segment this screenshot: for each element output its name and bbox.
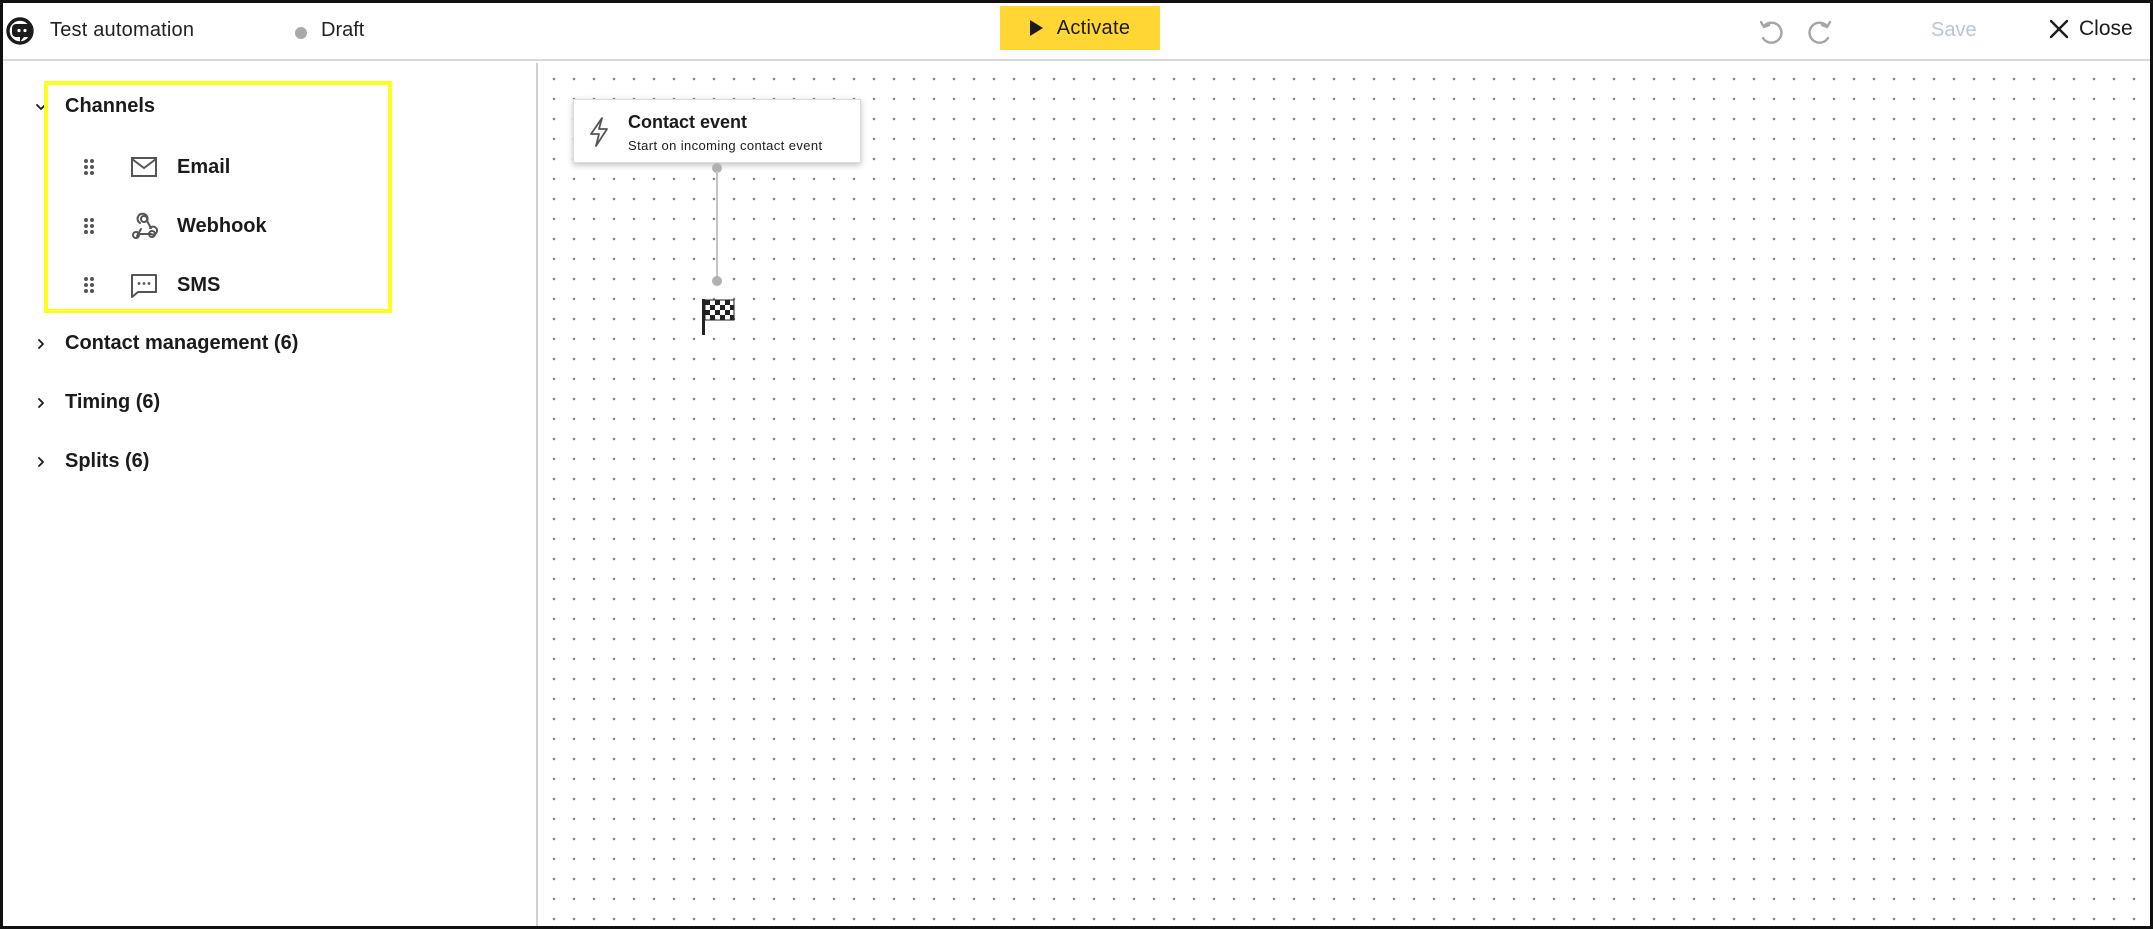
end-input-port[interactable] bbox=[712, 276, 722, 286]
checkered-flag-icon bbox=[702, 299, 735, 335]
undo-button[interactable] bbox=[1755, 17, 1787, 49]
group-timing[interactable]: Timing (6) bbox=[33, 391, 160, 414]
sidebar-item-label: Email bbox=[177, 155, 231, 178]
sidebar-item-webhook[interactable]: Webhook bbox=[81, 206, 371, 246]
activate-label: Activate bbox=[1056, 16, 1131, 39]
connector-line bbox=[716, 171, 718, 277]
close-button[interactable]: Close bbox=[2049, 17, 2133, 41]
group-label: Contact management (6) bbox=[65, 332, 299, 354]
sidebar-item-label: SMS bbox=[177, 273, 221, 296]
group-label: Splits (6) bbox=[65, 450, 150, 472]
drag-handle-icon[interactable] bbox=[81, 216, 97, 236]
app-window: Test automation Draft Activate Save Clos… bbox=[0, 0, 2153, 929]
node-title: Contact event bbox=[628, 112, 748, 132]
redo-icon bbox=[1808, 20, 1832, 44]
group-channels[interactable]: Channels bbox=[33, 95, 155, 118]
automation-title: Test automation bbox=[50, 19, 195, 41]
status-badge: Draft bbox=[321, 19, 365, 41]
status-dot bbox=[295, 27, 307, 39]
sidebar-item-email[interactable]: Email bbox=[81, 147, 371, 187]
close-label: Close bbox=[2079, 17, 2133, 40]
undo-icon bbox=[1759, 20, 1783, 44]
envelope-icon bbox=[131, 157, 157, 177]
app-logo-icon bbox=[6, 17, 34, 45]
redo-button[interactable] bbox=[1804, 17, 1836, 49]
top-bar: Test automation Draft Activate Save Clos… bbox=[3, 3, 2150, 61]
drag-handle-icon[interactable] bbox=[81, 157, 97, 177]
close-icon bbox=[2049, 19, 2069, 39]
drag-handle-icon[interactable] bbox=[81, 275, 97, 295]
trigger-node-contact-event[interactable]: Contact event Start on incoming contact … bbox=[573, 99, 861, 163]
group-splits[interactable]: Splits (6) bbox=[33, 450, 149, 473]
save-button[interactable]: Save bbox=[1931, 19, 1977, 42]
sidebar-item-sms[interactable]: SMS bbox=[81, 265, 371, 305]
chevron-down-icon bbox=[36, 103, 46, 110]
group-contact-management[interactable]: Contact management (6) bbox=[33, 332, 298, 355]
node-subtitle: Start on incoming contact event bbox=[628, 138, 823, 153]
flow-canvas[interactable]: Contact event Start on incoming contact … bbox=[540, 63, 2150, 926]
component-sidebar: Channels Email Webhook SMS Contact manag… bbox=[3, 63, 538, 926]
group-label: Timing (6) bbox=[65, 391, 161, 413]
sidebar-item-label: Webhook bbox=[177, 214, 267, 237]
group-label: Channels bbox=[65, 95, 156, 117]
play-icon bbox=[1029, 20, 1043, 36]
chevron-right-icon bbox=[38, 456, 44, 467]
chevron-right-icon bbox=[38, 338, 44, 349]
activate-button[interactable]: Activate bbox=[1000, 6, 1160, 50]
chat-bubble-icon bbox=[131, 274, 157, 298]
lightning-bolt-icon bbox=[590, 117, 608, 147]
webhook-icon bbox=[132, 212, 159, 239]
chevron-right-icon bbox=[38, 397, 44, 408]
